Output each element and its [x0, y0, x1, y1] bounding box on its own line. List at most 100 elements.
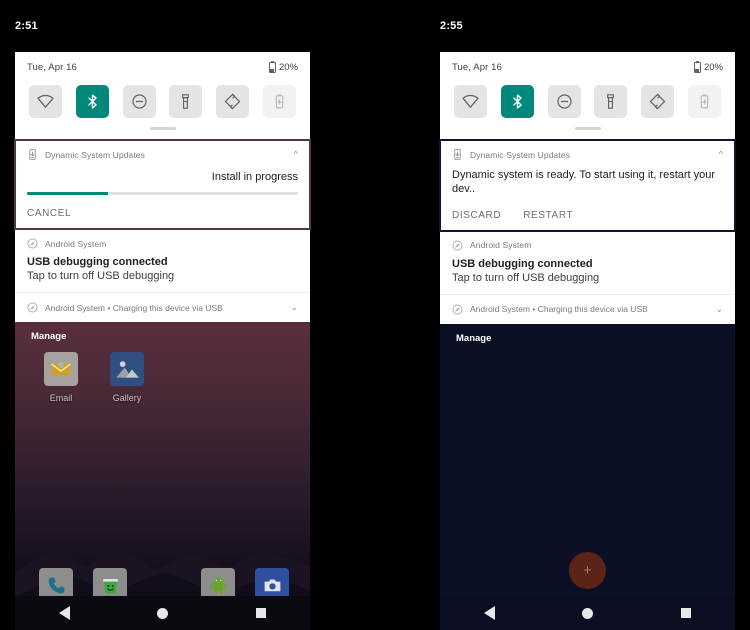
do-not-disturb-icon	[556, 94, 572, 109]
nav-back-button[interactable]	[483, 606, 495, 620]
nav-recents-button[interactable]	[681, 608, 692, 618]
status-bar-clock-right: 2:55	[440, 20, 463, 32]
notification-header: Dynamic System Updates ^	[452, 149, 723, 160]
gallery-icon-box	[110, 352, 144, 386]
flashlight-tile[interactable]	[169, 85, 203, 118]
auto-rotate-tile[interactable]	[641, 85, 675, 118]
notification-charging-usb-left[interactable]: Android System • Charging this device vi…	[15, 293, 310, 322]
do-not-disturb-icon	[131, 94, 147, 109]
notification-shade-right: Tue, Apr 16 20% Dynamic System Updates ^…	[439, 52, 736, 324]
dnd-tile[interactable]	[547, 85, 581, 118]
app-label: Gallery	[112, 393, 142, 403]
notification-header: Android System	[452, 240, 723, 251]
notification-title: USB debugging connected	[452, 257, 593, 270]
battery-status-left: 20%	[268, 60, 298, 73]
chevron-up-icon[interactable]: ^	[719, 150, 723, 159]
status-bar-clock-left: 2:51	[15, 20, 38, 32]
home-app-grid-left: Email Gallery	[41, 352, 147, 403]
drag-handle-icon[interactable]	[574, 127, 601, 130]
discard-button[interactable]: DISCARD	[452, 210, 501, 221]
plus-icon: +	[583, 562, 592, 579]
android-system-icon	[27, 302, 38, 313]
notification-dynamic-system-updates-right[interactable]: Dynamic System Updates ^ Dynamic system …	[439, 139, 736, 232]
email-icon-box	[44, 352, 78, 386]
navigation-bar-left	[15, 596, 310, 630]
battery-icon	[693, 60, 701, 73]
dnd-tile[interactable]	[122, 85, 156, 118]
bluetooth-tile[interactable]	[75, 85, 109, 118]
android-system-icon	[27, 238, 38, 249]
navigation-bar-right	[440, 596, 735, 630]
flashlight-icon	[182, 94, 190, 109]
screenshot-stage: 2:51 Tue, Apr 16 20% Dynamic System Upda…	[0, 0, 750, 630]
bluetooth-icon	[88, 94, 97, 109]
nav-recents-button[interactable]	[256, 608, 267, 618]
notification-usb-debugging-right[interactable]: Android System USB debugging connected T…	[440, 230, 735, 294]
auto-rotate-tile[interactable]	[216, 85, 250, 118]
restart-button[interactable]: RESTART	[523, 210, 573, 221]
notification-message: Dynamic system is ready. To start using …	[452, 169, 716, 195]
battery-saver-icon	[275, 94, 284, 109]
android-icon	[209, 576, 227, 594]
chevron-down-icon[interactable]: ⌄	[290, 302, 298, 313]
wifi-icon	[462, 94, 479, 108]
flashlight-icon	[607, 94, 615, 109]
system-update-icon	[452, 149, 463, 160]
battery-saver-icon	[700, 94, 709, 109]
shade-background-right: Manage +	[440, 324, 735, 630]
quick-settings-header-right: Tue, Apr 16 20%	[452, 60, 723, 73]
quick-settings-date-left: Tue, Apr 16	[27, 62, 77, 73]
wifi-icon	[37, 94, 54, 108]
battery-percent-label-right: 20%	[703, 62, 723, 73]
app-email[interactable]: Email	[41, 352, 81, 403]
android-system-icon	[452, 240, 463, 251]
manage-label-right[interactable]: Manage	[440, 324, 735, 344]
camera-icon	[264, 579, 280, 591]
notification-subtitle: Tap to turn off USB debugging	[27, 270, 175, 282]
quick-settings-tiles-right	[452, 85, 723, 118]
auto-rotate-icon	[224, 93, 241, 110]
flashlight-tile[interactable]	[594, 85, 628, 118]
quick-settings-tiles-left	[27, 85, 298, 118]
nav-home-button[interactable]	[157, 607, 169, 619]
device-screen-right: 2:55 Tue, Apr 16 20% Dynamic System Upda…	[439, 0, 736, 630]
notification-title: USB debugging connected	[27, 256, 168, 268]
cancel-button[interactable]: CANCEL	[27, 208, 71, 219]
system-update-icon	[27, 149, 38, 160]
battery-percent-label-left: 20%	[278, 62, 298, 73]
notification-usb-debugging-left[interactable]: Android System USB debugging connected T…	[15, 229, 310, 292]
email-icon	[51, 362, 71, 376]
battery-status-right: 20%	[693, 60, 723, 73]
notification-subtitle: Tap to turn off USB debugging	[452, 271, 600, 284]
notification-app-name: Android System	[45, 238, 107, 249]
bluetooth-tile[interactable]	[500, 85, 534, 118]
bluetooth-icon	[513, 94, 522, 109]
notification-actions: DISCARD RESTART	[452, 210, 723, 221]
battery-saver-tile[interactable]	[262, 85, 296, 118]
notification-header: Android System	[27, 238, 298, 249]
add-fab[interactable]: +	[569, 552, 606, 589]
notification-dynamic-system-updates-left[interactable]: Dynamic System Updates ^ Install in prog…	[14, 139, 311, 230]
nav-home-button[interactable]	[582, 607, 594, 619]
quick-settings-panel-right: Tue, Apr 16 20%	[440, 52, 735, 140]
app-label: Email	[49, 393, 73, 403]
notification-app-name: Android System • Charging this device vi…	[45, 302, 223, 313]
drag-handle-icon[interactable]	[149, 127, 176, 130]
home-screen-left: Manage Email Gallery	[15, 322, 310, 630]
chevron-down-icon[interactable]: ⌄	[715, 304, 723, 315]
battery-icon	[268, 60, 276, 73]
nav-back-button[interactable]	[58, 606, 70, 620]
quick-settings-header-left: Tue, Apr 16 20%	[27, 60, 298, 73]
notification-charging-usb-right[interactable]: Android System • Charging this device vi…	[440, 294, 735, 324]
manage-label-left[interactable]: Manage	[15, 322, 310, 342]
notification-actions: CANCEL	[27, 208, 298, 219]
notification-app-name: Android System	[470, 240, 532, 250]
auto-rotate-icon	[649, 93, 666, 110]
chevron-up-icon[interactable]: ^	[294, 150, 298, 159]
notification-status-text: Install in progress	[211, 171, 298, 183]
notification-app-name: Dynamic System Updates	[470, 149, 570, 160]
battery-saver-tile[interactable]	[687, 85, 721, 118]
wifi-tile[interactable]	[454, 85, 487, 118]
app-gallery[interactable]: Gallery	[107, 352, 147, 403]
wifi-tile[interactable]	[29, 85, 62, 118]
